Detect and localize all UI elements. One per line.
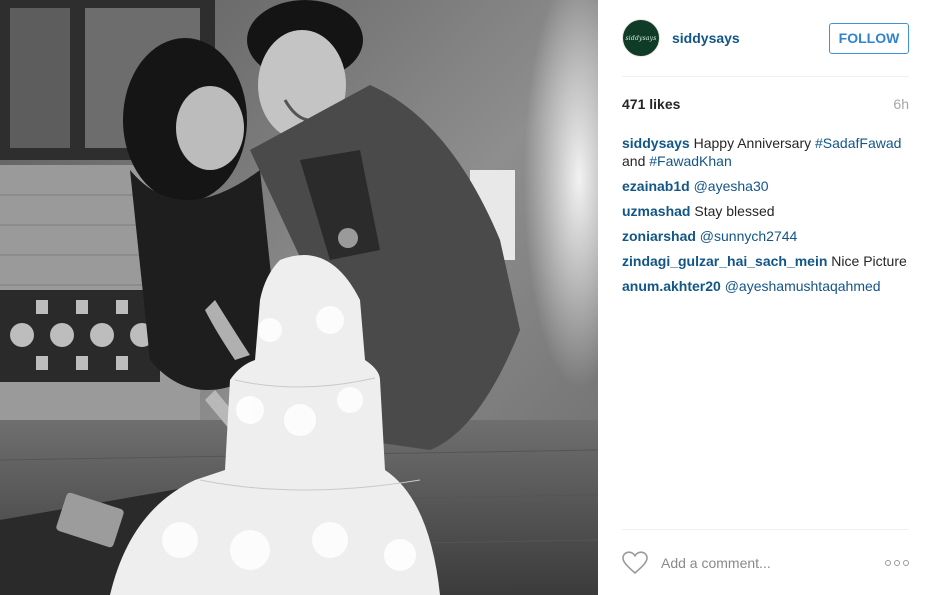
photo-illustration	[0, 0, 598, 595]
comment-username[interactable]: uzmashad	[622, 203, 690, 219]
comment-mention[interactable]: @ayesha30	[694, 178, 769, 194]
comment-input[interactable]	[661, 554, 861, 571]
dot	[894, 559, 900, 566]
avatar[interactable]: siddysays	[622, 19, 660, 57]
caption-hashtag[interactable]: #SadafFawad	[815, 135, 901, 151]
caption: siddysays Happy Anniversary #SadafFawad …	[622, 134, 909, 170]
post-timestamp[interactable]: 6h	[893, 96, 909, 112]
comment-mention[interactable]: @ayeshamushtaqahmed	[725, 278, 881, 294]
comment-username[interactable]: zindagi_gulzar_hai_sach_mein	[622, 253, 827, 269]
caption-conjunction: and	[622, 153, 646, 169]
likes-count[interactable]: 471 likes	[622, 96, 680, 112]
caption-username[interactable]: siddysays	[622, 135, 690, 151]
comment-item: zindagi_gulzar_hai_sach_mein Nice Pictur…	[622, 252, 909, 270]
comment-text: Stay blessed	[694, 203, 775, 219]
avatar-logo-text: siddysays	[625, 34, 657, 42]
comment-mention[interactable]: @sunnych2744	[700, 228, 798, 244]
comment-username[interactable]: anum.akhter20	[622, 278, 721, 294]
likes-row: 471 likes 6h	[622, 96, 909, 112]
comment-username[interactable]: ezainab1d	[622, 178, 690, 194]
comment-item: ezainab1d @ayesha30	[622, 177, 909, 195]
more-options-icon[interactable]	[885, 559, 909, 566]
comment-item: uzmashad Stay blessed	[622, 202, 909, 220]
comment-username[interactable]: zoniarshad	[622, 228, 696, 244]
caption-text: Happy Anniversary	[693, 135, 812, 151]
post-footer	[622, 529, 909, 595]
author-username[interactable]: siddysays	[672, 30, 740, 46]
comment-item: anum.akhter20 @ayeshamushtaqahmed	[622, 277, 909, 295]
dot	[885, 559, 891, 566]
post-modal: siddysays siddysays FOLLOW 471 likes 6h …	[0, 0, 932, 595]
post-side-panel: siddysays siddysays FOLLOW 471 likes 6h …	[598, 0, 932, 595]
comment-text: Nice Picture	[831, 253, 907, 269]
post-photo[interactable]	[0, 0, 598, 595]
follow-button[interactable]: FOLLOW	[829, 22, 909, 54]
comment-list: siddysays Happy Anniversary #SadafFawad …	[622, 134, 909, 302]
comment-item: zoniarshad @sunnych2744	[622, 227, 909, 245]
caption-hashtag[interactable]: #FawadKhan	[649, 153, 732, 169]
dot	[903, 559, 909, 566]
post-header: siddysays siddysays FOLLOW	[622, 0, 909, 77]
heart-outline-icon[interactable]	[622, 550, 648, 575]
